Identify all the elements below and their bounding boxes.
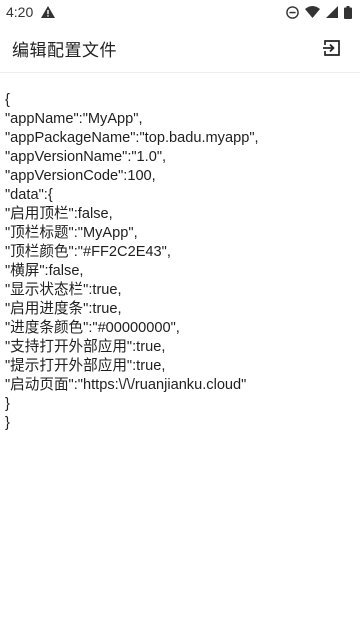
signal-icon: [326, 6, 338, 18]
status-bar: 4:20: [0, 0, 360, 24]
editor-line: }: [5, 396, 10, 412]
editor-line: "顶栏标题":"MyApp",: [5, 225, 138, 241]
battery-icon: [344, 5, 352, 19]
editor-line: "appName":"MyApp",: [5, 111, 143, 127]
dnd-icon: [286, 5, 299, 19]
editor-line: "显示状态栏":true,: [5, 282, 122, 298]
editor-line: "appVersionCode":100,: [5, 168, 156, 184]
config-editor[interactable]: { "appName":"MyApp", "appPackageName":"top…: [0, 73, 360, 433]
editor-line: "appPackageName":"top.badu.myapp",: [5, 130, 259, 146]
app-bar: 编辑配置文件: [0, 24, 360, 73]
editor-line: "appVersionName":"1.0",: [5, 149, 167, 165]
status-left: 4:20: [6, 4, 56, 20]
editor-line: "启动页面":"https:\/\/ruanjianku.cloud": [5, 377, 247, 393]
editor-line: "支持打开外部应用":true,: [5, 339, 166, 355]
exit-button[interactable]: [318, 34, 346, 62]
exit-to-app-icon: [322, 38, 342, 58]
status-time: 4:20: [6, 4, 34, 20]
page-title: 编辑配置文件: [12, 40, 117, 60]
editor-line: "顶栏颜色":"#FF2C2E43",: [5, 244, 171, 260]
editor-line: "启用顶栏":false,: [5, 206, 113, 222]
editor-line: "提示打开外部应用":true,: [5, 358, 166, 374]
warning-icon: [41, 6, 56, 18]
editor-line: "data":{: [5, 187, 53, 203]
editor-line: }: [5, 415, 10, 431]
editor-line: "进度条颜色":"#00000000",: [5, 320, 180, 336]
editor-line: {: [5, 92, 10, 108]
editor-line: "启用进度条":true,: [5, 301, 122, 317]
wifi-icon: [305, 6, 320, 18]
editor-line: "横屏":false,: [5, 263, 84, 279]
status-right: [286, 5, 352, 19]
